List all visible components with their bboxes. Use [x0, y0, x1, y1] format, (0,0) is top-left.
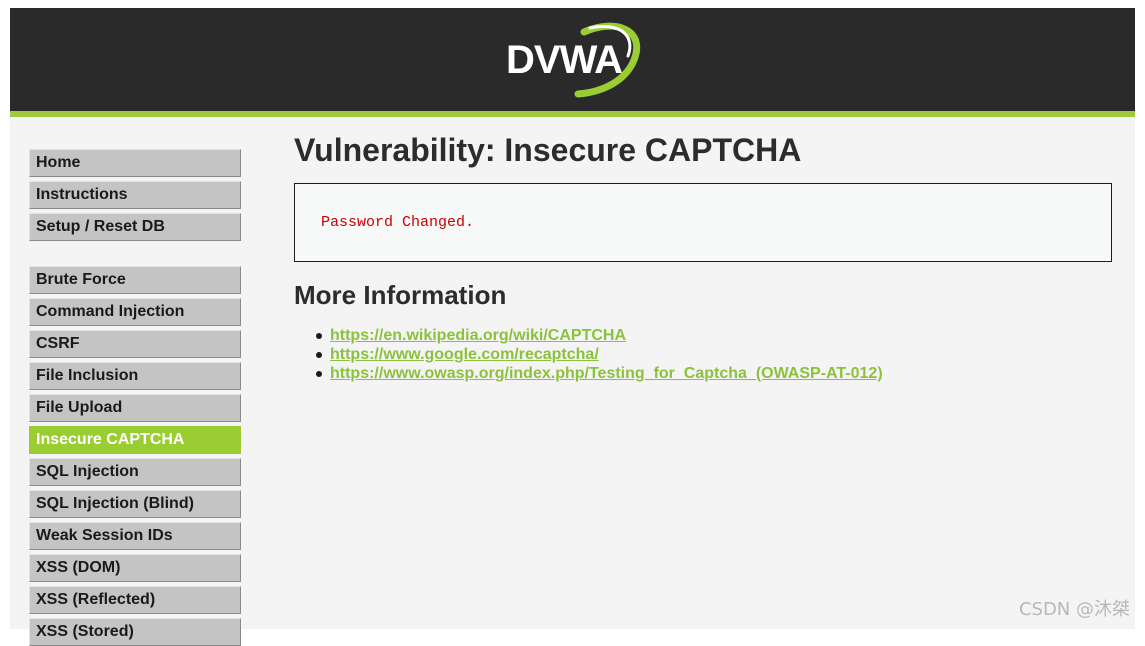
sidebar-item-xss-dom[interactable]: XSS (DOM) [29, 554, 241, 582]
sidebar-item-csrf[interactable]: CSRF [29, 330, 241, 358]
sidebar-item-file-inclusion[interactable]: File Inclusion [29, 362, 241, 390]
sidebar-item-insecure-captcha[interactable]: Insecure CAPTCHA [29, 426, 241, 454]
page-title: Vulnerability: Insecure CAPTCHA [294, 132, 802, 168]
sidebar-item-xss-stored[interactable]: XSS (Stored) [29, 618, 241, 646]
dvwa-logo[interactable]: DVWA [506, 20, 646, 100]
sidebar-item-sql-injection[interactable]: SQL Injection [29, 458, 241, 486]
sidebar-item-home[interactable]: Home [29, 149, 241, 177]
sidebar-item-xss-reflected[interactable]: XSS (Reflected) [29, 586, 241, 614]
sidebar-item-brute-force[interactable]: Brute Force [29, 266, 241, 294]
result-box: Password Changed. [294, 183, 1112, 262]
list-item: https://www.google.com/recaptcha/ [316, 345, 883, 364]
sidebar-item-sql-injection-blind[interactable]: SQL Injection (Blind) [29, 490, 241, 518]
link-google-recaptcha[interactable]: https://www.google.com/recaptcha/ [330, 346, 599, 363]
result-message: Password Changed. [321, 214, 475, 231]
list-item: https://en.wikipedia.org/wiki/CAPTCHA [316, 326, 883, 345]
header: DVWA [10, 8, 1135, 111]
link-wikipedia-captcha[interactable]: https://en.wikipedia.org/wiki/CAPTCHA [330, 327, 626, 344]
sidebar-item-file-upload[interactable]: File Upload [29, 394, 241, 422]
more-info-heading: More Information [294, 280, 507, 310]
watermark: CSDN @沐桀 [1018, 599, 1130, 620]
page: DVWA Home Instructions Setup / Reset DB … [10, 8, 1135, 646]
header-accent-stripe [10, 111, 1135, 117]
sidebar-item-command-injection[interactable]: Command Injection [29, 298, 241, 326]
sidebar-item-setup[interactable]: Setup / Reset DB [29, 213, 241, 241]
more-info-links: https://en.wikipedia.org/wiki/CAPTCHA ht… [316, 326, 883, 383]
list-item: https://www.owasp.org/index.php/Testing_… [316, 364, 883, 383]
sidebar-item-instructions[interactable]: Instructions [29, 181, 241, 209]
bullet-icon [316, 333, 322, 339]
logo-text: DVWA [506, 38, 623, 82]
sidebar-item-weak-session-ids[interactable]: Weak Session IDs [29, 522, 241, 550]
bullet-icon [316, 352, 322, 358]
bullet-icon [316, 371, 322, 377]
link-owasp-captcha[interactable]: https://www.owasp.org/index.php/Testing_… [330, 365, 883, 382]
